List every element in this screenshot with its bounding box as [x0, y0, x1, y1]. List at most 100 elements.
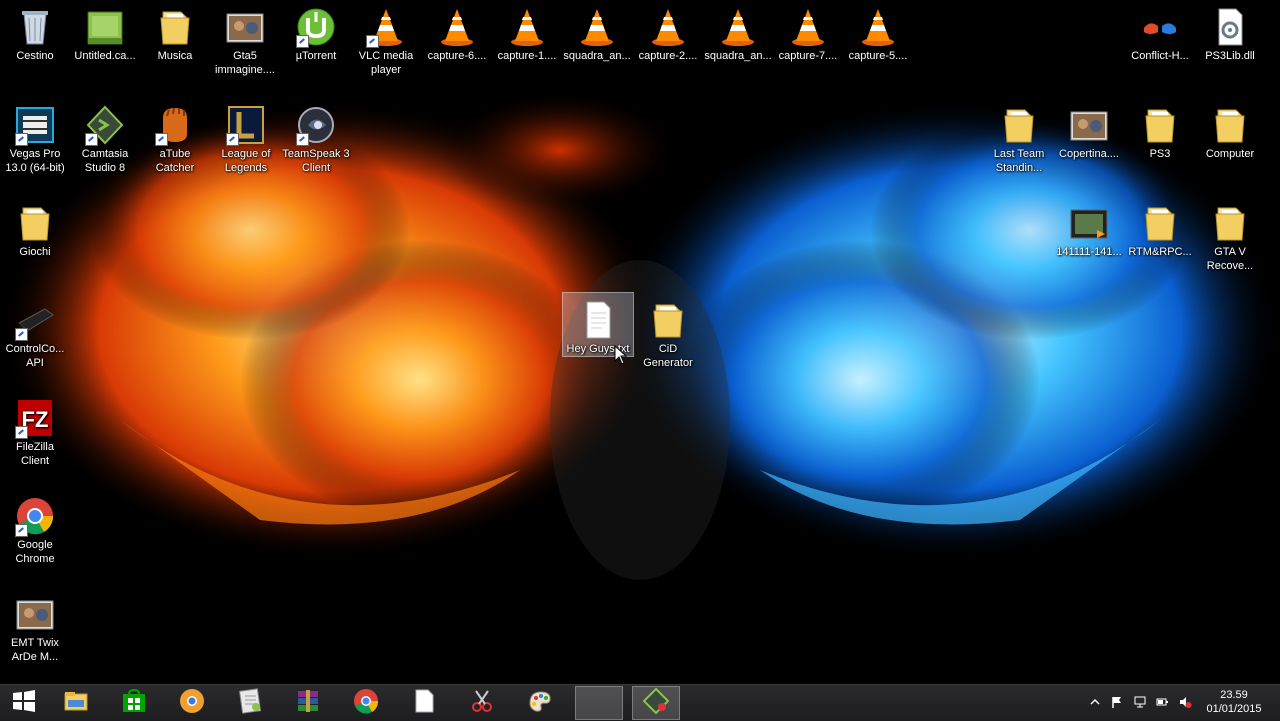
taskbar-button[interactable]: [400, 686, 448, 720]
chrome-canary-icon: [178, 687, 206, 720]
volume-muted-icon[interactable]: [1178, 695, 1192, 709]
taskbar-button[interactable]: [52, 686, 100, 720]
desktop-icon[interactable]: PS3Lib.dll: [1195, 0, 1265, 63]
desktop-icon[interactable]: VLC media player: [351, 0, 421, 77]
power-icon[interactable]: [1155, 695, 1169, 709]
shortcut-arrow-icon: [15, 328, 28, 341]
desktop-icon-label: CiD Generator: [643, 343, 693, 369]
taskbar-button[interactable]: [516, 686, 564, 720]
desktop-icon[interactable]: Giochi: [0, 196, 70, 259]
desktop-icon-label: squadra_an...: [563, 50, 631, 62]
desktop-icon-label: aTube Catcher: [155, 148, 195, 174]
desktop-icon-label: Google Chrome: [15, 539, 55, 565]
desktop-icon[interactable]: Computer: [1195, 98, 1265, 161]
desktop-icon[interactable]: squadra_an...: [703, 0, 773, 63]
clock[interactable]: 23.59 01/01/2015: [1204, 688, 1264, 716]
taskbar-button[interactable]: [632, 686, 680, 720]
desktop-icon[interactable]: Untitled.ca...: [70, 0, 140, 63]
vlc-icon: [507, 6, 547, 48]
desktop-icon-label: capture-2....: [638, 50, 698, 62]
vlc-icon: [718, 6, 758, 48]
shortcut-arrow-icon: [226, 133, 239, 146]
vlc-icon: [577, 6, 617, 48]
desktop-icon[interactable]: League of Legends: [211, 98, 281, 175]
image-thumbnail-icon: [225, 6, 265, 48]
taskbar: 23.59 01/01/2015: [0, 684, 1280, 721]
paint-icon: [526, 687, 554, 720]
league-of-legends-icon: [226, 104, 266, 146]
show-hidden-icons-icon[interactable]: [1088, 695, 1102, 709]
desktop-icon[interactable]: capture-6....: [422, 0, 492, 63]
desktop-icon-label: FileZilla Client: [16, 441, 54, 467]
recycle-bin-icon: [15, 6, 55, 48]
desktop-icon-label: Camtasia Studio 8: [81, 148, 129, 174]
taskbar-button[interactable]: [110, 686, 158, 720]
folder-icon: [155, 6, 195, 48]
desktop-icon[interactable]: CiD Generator: [633, 293, 703, 370]
desktop-icon[interactable]: RTM&RPC...: [1125, 196, 1195, 259]
folder-icon: [1210, 202, 1250, 244]
desktop-icon[interactable]: ControlCo... API: [0, 293, 70, 370]
desktop-icon[interactable]: Google Chrome: [0, 489, 70, 566]
desktop-icon[interactable]: Last Team Standin...: [984, 98, 1054, 175]
chrome-icon: [15, 495, 55, 537]
folder-icon: [999, 104, 1039, 146]
camtasia-project-icon: [85, 6, 125, 48]
file-explorer-icon: [62, 687, 90, 720]
desktop-icon[interactable]: capture-7....: [773, 0, 843, 63]
vlc-icon: [858, 6, 898, 48]
taskbar-button[interactable]: [458, 686, 506, 720]
desktop-icon[interactable]: capture-2....: [633, 0, 703, 63]
desktop-icon[interactable]: µTorrent: [281, 0, 351, 63]
shortcut-arrow-icon: [366, 35, 379, 48]
shortcut-arrow-icon: [15, 426, 28, 439]
desktop-icon[interactable]: 141111-141...: [1054, 196, 1124, 259]
folder-icon: [15, 202, 55, 244]
windows-store-icon: [120, 687, 148, 720]
shortcut-arrow-icon: [296, 35, 309, 48]
desktop-icon[interactable]: squadra_an...: [562, 0, 632, 63]
desktop-icon[interactable]: Musica: [140, 0, 210, 63]
taskbar-button[interactable]: [575, 686, 623, 720]
clock-time: 23.59: [1220, 689, 1248, 701]
folder-icon: [1140, 202, 1180, 244]
folder-icon: [648, 299, 688, 341]
action-center-flag-icon[interactable]: [1110, 695, 1124, 709]
start-button[interactable]: [0, 686, 48, 720]
desktop-icon[interactable]: FZ FileZilla Client: [0, 391, 70, 468]
network-icon[interactable]: [1133, 695, 1147, 709]
desktop-icon-label: 141111-141...: [1056, 246, 1122, 258]
desktop-icon-label: TeamSpeak 3 Client: [282, 148, 350, 174]
desktop-icon-label: capture-7....: [778, 50, 838, 62]
desktop-icon[interactable]: GTA V Recove...: [1195, 196, 1265, 273]
vegas-pro-icon: [15, 104, 55, 146]
desktop-icon[interactable]: aTube Catcher: [140, 98, 210, 175]
taskbar-button[interactable]: [342, 686, 390, 720]
taskbar-button[interactable]: [284, 686, 332, 720]
image-thumbnail-icon: [15, 593, 55, 635]
desktop-icon[interactable]: capture-1....: [492, 0, 562, 63]
desktop-icon-label: Giochi: [19, 246, 51, 258]
desktop-icon[interactable]: Conflict-H...: [1125, 0, 1195, 63]
atube-catcher-icon: [155, 104, 195, 146]
desktop-icon[interactable]: Gta5 immagine....: [210, 0, 280, 77]
desktop-icon[interactable]: Vegas Pro 13.0 (64-bit): [0, 98, 70, 175]
desktop-icon-label: VLC media player: [358, 50, 414, 76]
clock-date: 01/01/2015: [1206, 703, 1262, 715]
desktop-icon[interactable]: EMT Twix ArDe M...: [0, 587, 70, 664]
camtasia-icon: [85, 104, 125, 146]
desktop-icon[interactable]: capture-5....: [843, 0, 913, 63]
vlc-icon: [437, 6, 477, 48]
taskbar-button[interactable]: [226, 686, 274, 720]
desktop-icon[interactable]: PS3: [1125, 98, 1195, 161]
snipping-tool-icon: [468, 687, 496, 720]
desktop-icon[interactable]: Copertina....: [1054, 98, 1124, 161]
desktop-icon[interactable]: Camtasia Studio 8: [70, 98, 140, 175]
desktop-icon-label: capture-1....: [497, 50, 557, 62]
desktop-icon[interactable]: Cestino: [0, 0, 70, 63]
desktop-icon-label: Conflict-H...: [1131, 50, 1189, 62]
taskbar-button[interactable]: [168, 686, 216, 720]
shortcut-arrow-icon: [155, 133, 168, 146]
desktop-icon-label: µTorrent: [295, 50, 337, 62]
desktop-icon[interactable]: TeamSpeak 3 Client: [281, 98, 351, 175]
